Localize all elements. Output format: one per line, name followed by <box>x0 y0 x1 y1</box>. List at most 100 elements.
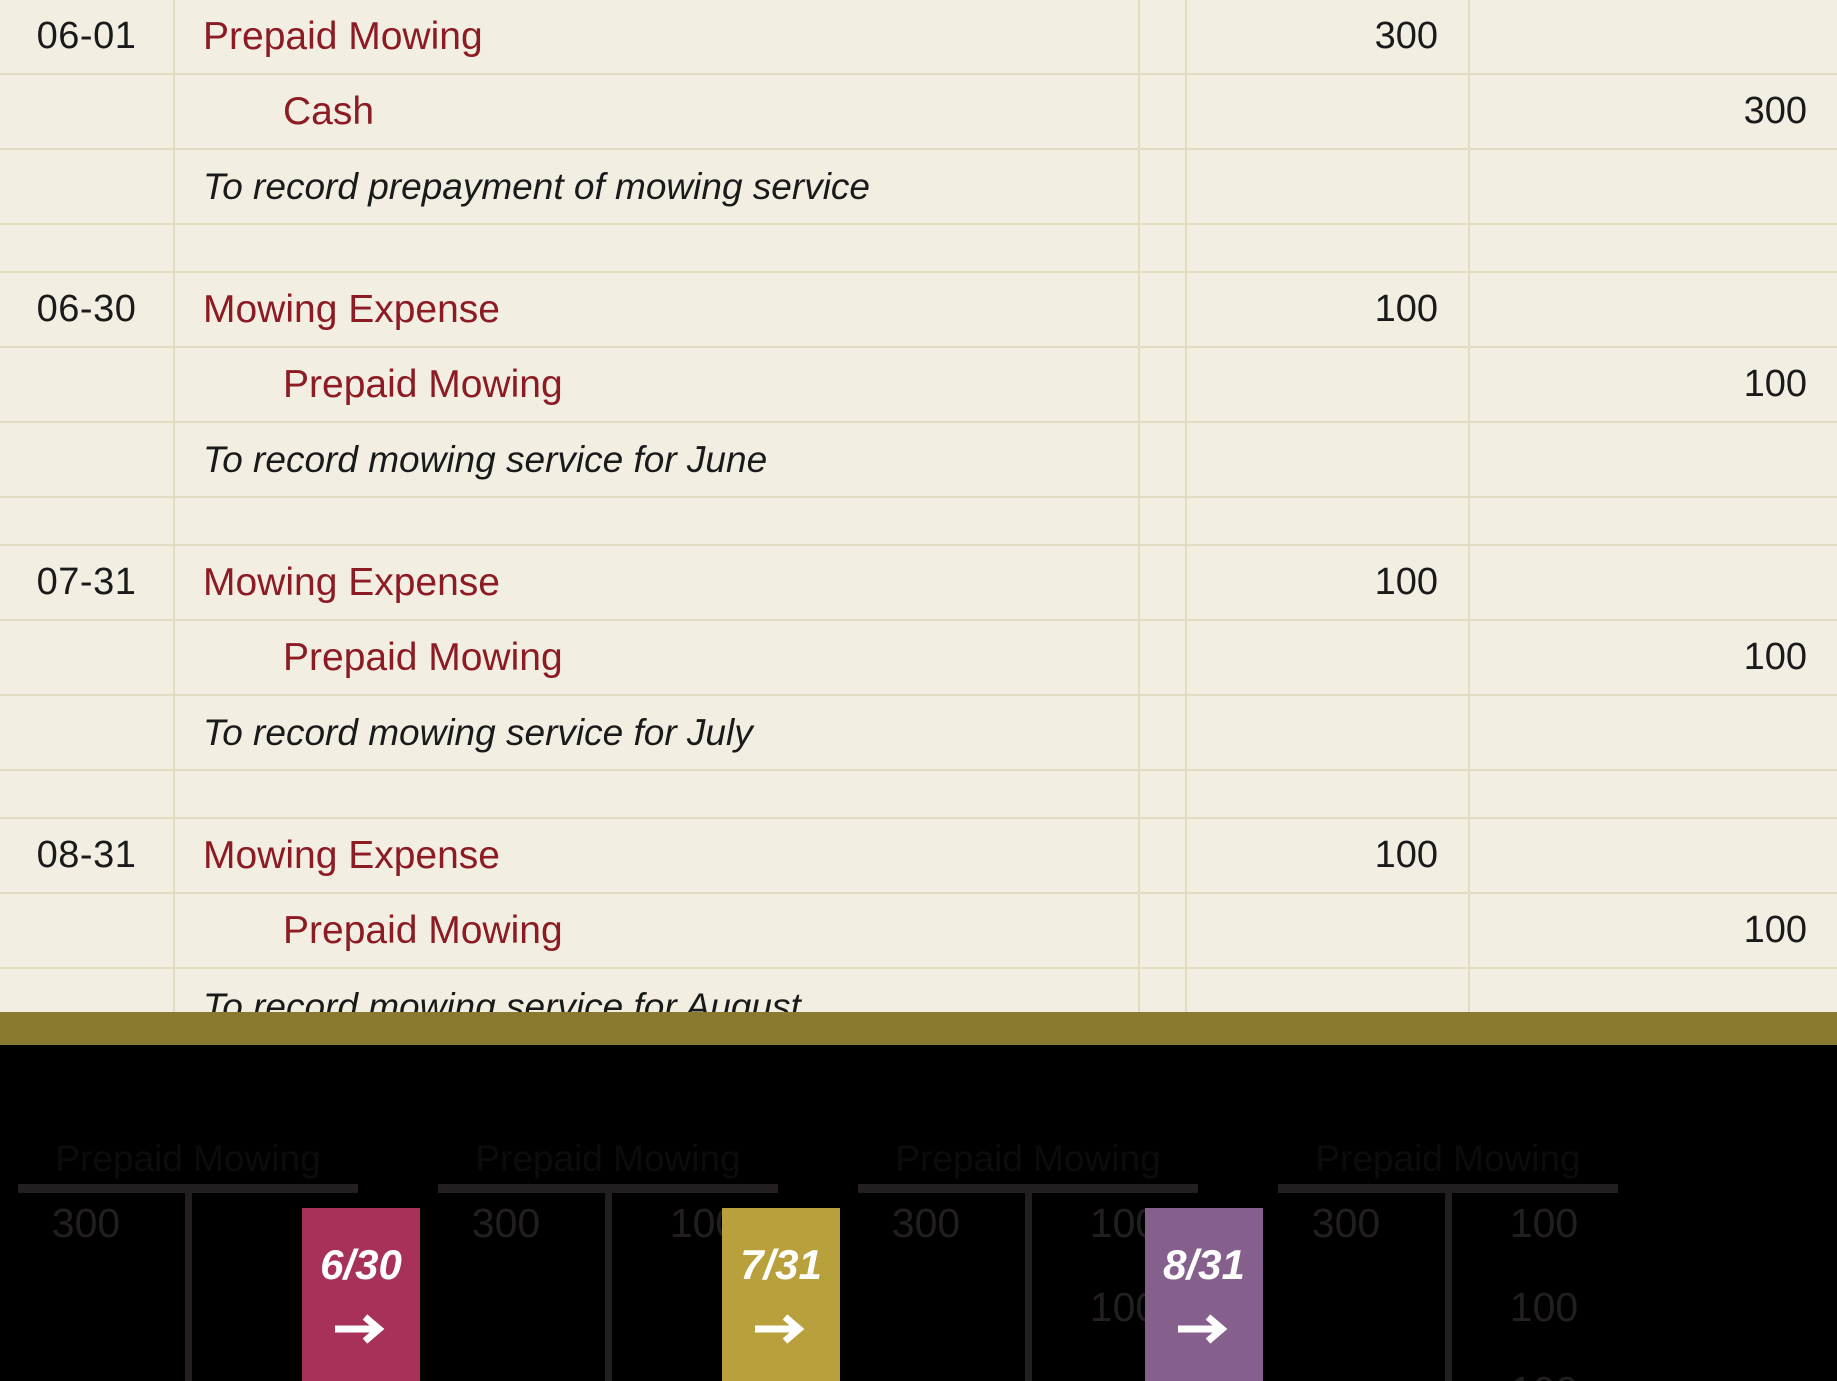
journal-credit-cell: 100 <box>1743 636 1807 678</box>
journal-pr-cell <box>1140 423 1187 496</box>
journal-account-cell: Mowing Expense <box>175 273 1140 346</box>
journal-debit-cell <box>1187 894 1470 967</box>
t-account-credit-side <box>188 1193 358 1203</box>
journal-debit-cell <box>1187 771 1470 817</box>
journal-debit-cell: 100 <box>1187 819 1470 892</box>
t-account-prepaid-mowing-4: Prepaid Mowing 300 100 100 100 <box>1278 1140 1618 1381</box>
t-account-credit-value: 100 <box>1448 1371 1618 1381</box>
journal-row: To record prepayment of mowing service <box>0 150 1837 225</box>
journal-pr-cell <box>1140 348 1187 421</box>
journal-date-cell <box>0 348 175 421</box>
journal-account-cell: Prepaid Mowing <box>175 0 1140 73</box>
journal-debit-cell <box>1187 225 1470 271</box>
journal-memo-cell: To record mowing service for June <box>175 423 1140 496</box>
journal-credit-cell <box>1470 0 1835 73</box>
journal-pr-cell <box>1140 696 1187 769</box>
journal-debit-cell: 100 <box>1187 546 1470 619</box>
t-account-ledger-area: Prepaid Mowing 300 Prepaid Mowing 300 10… <box>0 1045 1837 1381</box>
journal-credit-cell <box>1470 546 1835 619</box>
journal-date-cell <box>0 498 175 544</box>
journal-pr-cell <box>1140 75 1187 148</box>
journal-account-cell: Prepaid Mowing <box>175 894 1140 967</box>
journal-debit-cell <box>1187 498 1470 544</box>
journal-pr-cell <box>1140 546 1187 619</box>
journal-row: Prepaid Mowing 100 <box>0 348 1837 423</box>
journal-pr-cell <box>1140 771 1187 817</box>
journal-account-cell <box>175 225 1140 271</box>
arrow-right-icon <box>1178 1313 1228 1344</box>
journal-credit-cell <box>1470 150 1835 223</box>
journal-date-cell: 06-30 <box>0 273 175 346</box>
journal-debit-cell <box>1187 696 1470 769</box>
journal-date-cell <box>0 150 175 223</box>
journal-account-cell: Prepaid Mowing <box>175 621 1140 694</box>
journal-account-cell <box>175 498 1140 544</box>
journal-date-cell <box>0 75 175 148</box>
journal-credit-cell: 100 <box>1743 363 1807 405</box>
journal-credit-cell <box>1470 273 1835 346</box>
journal-date-cell <box>0 894 175 967</box>
t-account-debit-value: 300 <box>51 1200 121 1246</box>
arrow-right-icon <box>335 1313 385 1344</box>
t-account-credit-value: 100 <box>1509 1200 1579 1246</box>
journal-pr-cell <box>1140 621 1187 694</box>
journal-pr-cell <box>1140 819 1187 892</box>
journal-row: Prepaid Mowing 100 <box>0 621 1837 696</box>
journal-debit-cell <box>1187 423 1470 496</box>
general-journal-table: 06-01 Prepaid Mowing 300 Cash 300 To rec… <box>0 0 1837 1044</box>
journal-spacer-row <box>0 225 1837 273</box>
date-badge-7-31[interactable]: 7/31 <box>722 1208 840 1381</box>
journal-row: 06-30 Mowing Expense 100 <box>0 273 1837 348</box>
date-badge-6-30[interactable]: 6/30 <box>302 1208 420 1381</box>
journal-pr-cell <box>1140 0 1187 73</box>
journal-row: 06-01 Prepaid Mowing 300 <box>0 0 1837 75</box>
journal-memo-cell: To record prepayment of mowing service <box>175 150 1140 223</box>
t-account-title: Prepaid Mowing <box>1315 1138 1581 1179</box>
journal-account-cell: Prepaid Mowing <box>175 348 1140 421</box>
journal-pr-cell <box>1140 894 1187 967</box>
date-badge-label: 7/31 <box>740 1240 822 1288</box>
journal-date-cell <box>0 621 175 694</box>
t-account-debit-side: 300 <box>1278 1193 1448 1287</box>
journal-date-cell: 07-31 <box>0 546 175 619</box>
journal-credit-cell <box>1470 696 1835 769</box>
journal-memo-cell: To record mowing service for July <box>175 696 1140 769</box>
journal-account-cell: Mowing Expense <box>175 819 1140 892</box>
t-account-title: Prepaid Mowing <box>895 1138 1161 1179</box>
journal-debit-cell: 100 <box>1187 273 1470 346</box>
journal-credit-cell: 300 <box>1743 90 1807 132</box>
journal-debit-cell <box>1187 621 1470 694</box>
journal-row: Cash 300 <box>0 75 1837 150</box>
journal-credit-cell: 100 <box>1743 909 1807 951</box>
section-divider <box>0 1012 1837 1045</box>
journal-date-cell: 08-31 <box>0 819 175 892</box>
journal-pr-cell <box>1140 150 1187 223</box>
journal-date-cell: 06-01 <box>0 0 175 73</box>
journal-date-cell <box>0 771 175 817</box>
journal-debit-cell <box>1187 150 1470 223</box>
journal-row: 07-31 Mowing Expense 100 <box>0 546 1837 621</box>
date-badge-label: 8/31 <box>1163 1240 1245 1288</box>
journal-credit-cell <box>1470 423 1835 496</box>
journal-spacer-row <box>0 498 1837 546</box>
t-account-debit-side: 300 <box>438 1193 608 1287</box>
journal-debit-cell: 300 <box>1187 0 1470 73</box>
t-account-credit-value: 100 <box>1509 1284 1579 1330</box>
journal-credit-cell <box>1470 771 1835 817</box>
journal-credit-cell <box>1470 819 1835 892</box>
journal-row: To record mowing service for July <box>0 696 1837 771</box>
journal-account-cell: Cash <box>175 75 1140 148</box>
journal-account-cell: Mowing Expense <box>175 546 1140 619</box>
journal-spacer-row <box>0 771 1837 819</box>
t-account-debit-value: 300 <box>1311 1200 1381 1246</box>
date-badge-label: 6/30 <box>320 1240 402 1288</box>
t-account-debit-side: 300 <box>858 1193 1028 1287</box>
date-badge-8-31[interactable]: 8/31 <box>1145 1208 1263 1381</box>
journal-credit-cell <box>1470 498 1835 544</box>
journal-pr-cell <box>1140 498 1187 544</box>
t-account-debit-value: 300 <box>471 1200 541 1246</box>
journal-pr-cell <box>1140 225 1187 271</box>
journal-credit-cell <box>1470 225 1835 271</box>
t-account-rule: 300 100 100 100 <box>1278 1184 1618 1381</box>
t-account-title: Prepaid Mowing <box>55 1138 321 1179</box>
